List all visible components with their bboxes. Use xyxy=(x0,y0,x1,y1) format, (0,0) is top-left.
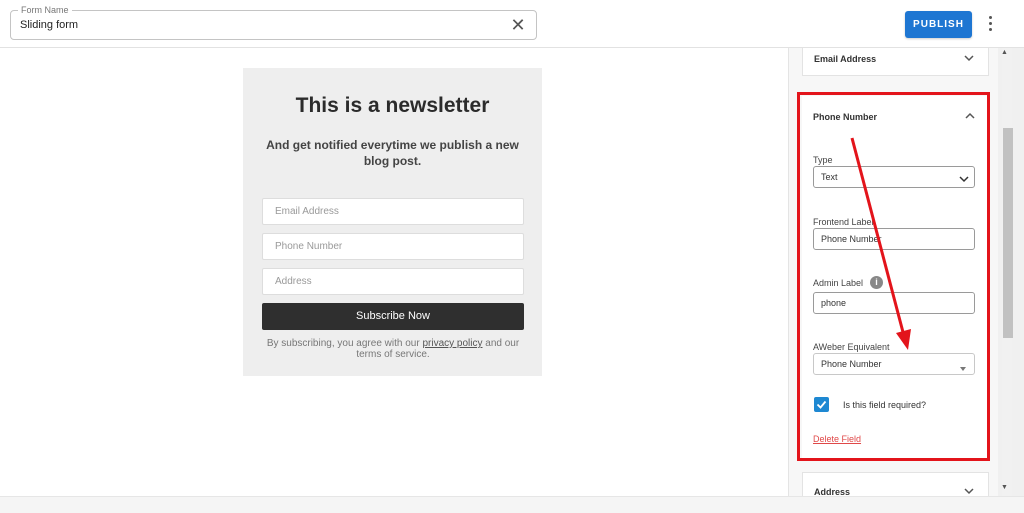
chevron-down-icon[interactable] xyxy=(964,53,974,63)
email-address-card[interactable]: Email Address xyxy=(802,48,989,76)
address-card[interactable]: Address xyxy=(802,472,989,496)
aweber-equivalent-select[interactable]: Phone Number xyxy=(813,353,975,375)
type-label: Type xyxy=(813,155,833,165)
preview-subtitle: And get notified everytime we publish a … xyxy=(266,138,519,168)
privacy-policy-link[interactable]: privacy policy xyxy=(422,338,482,349)
aweber-equivalent-label: AWeber Equivalent xyxy=(813,342,890,352)
admin-label-input[interactable]: phone xyxy=(813,292,975,314)
terms-prefix: By subscribing, you agree with our xyxy=(266,338,420,349)
form-canvas: This is a newsletter And get notified ev… xyxy=(0,48,788,496)
chevron-up-icon[interactable] xyxy=(965,111,975,121)
aweber-select-value: Phone Number xyxy=(821,359,882,369)
chevron-down-icon[interactable] xyxy=(964,486,974,496)
scrollbar[interactable]: ▲ ▼ xyxy=(998,48,1024,496)
form-preview: This is a newsletter And get notified ev… xyxy=(243,68,542,376)
email-card-title: Email Address xyxy=(814,54,877,64)
frontend-label-input[interactable]: Phone Number xyxy=(813,228,975,250)
form-name-label: Form Name xyxy=(18,5,72,15)
scroll-thumb[interactable] xyxy=(1003,128,1013,338)
form-name-field[interactable]: Form Name Sliding form ✕ xyxy=(10,5,537,40)
type-select-value: Text xyxy=(821,172,838,182)
close-icon[interactable]: ✕ xyxy=(509,15,527,35)
scroll-track[interactable] xyxy=(1002,48,1013,496)
scroll-down-icon[interactable]: ▼ xyxy=(1001,484,1008,491)
required-label: Is this field required? xyxy=(843,400,927,410)
scroll-up-icon[interactable]: ▲ xyxy=(1001,49,1008,56)
check-icon xyxy=(816,400,827,409)
preview-address-input[interactable]: Address xyxy=(262,268,524,295)
frontend-label-label: Frontend Label xyxy=(813,217,874,227)
form-name-value[interactable]: Sliding form xyxy=(20,19,78,31)
subscribe-button[interactable]: Subscribe Now xyxy=(262,303,524,330)
info-icon[interactable]: i xyxy=(870,276,883,289)
chevron-down-icon xyxy=(959,171,969,183)
preview-title: This is a newsletter xyxy=(295,94,490,117)
bottom-strip xyxy=(0,496,1024,513)
caret-down-icon xyxy=(959,360,969,371)
more-vertical-icon[interactable] xyxy=(983,13,997,35)
admin-label-label: Admin Label xyxy=(813,278,864,288)
top-bar: Form Name Sliding form ✕ PUBLISH xyxy=(0,0,1024,48)
preview-email-input[interactable]: Email Address xyxy=(262,198,524,225)
delete-field-link[interactable]: Delete Field xyxy=(813,434,861,444)
required-checkbox[interactable] xyxy=(814,397,829,412)
field-settings-sidebar: Email Address Phone Number Type Text Fro… xyxy=(788,48,998,496)
terms-text: By subscribing, you agree with our priva… xyxy=(262,338,524,360)
type-select[interactable]: Text xyxy=(813,166,975,188)
phone-card-title: Phone Number xyxy=(813,112,878,122)
publish-button[interactable]: PUBLISH xyxy=(905,11,972,38)
address-card-title: Address xyxy=(814,487,851,496)
preview-phone-input[interactable]: Phone Number xyxy=(262,233,524,260)
